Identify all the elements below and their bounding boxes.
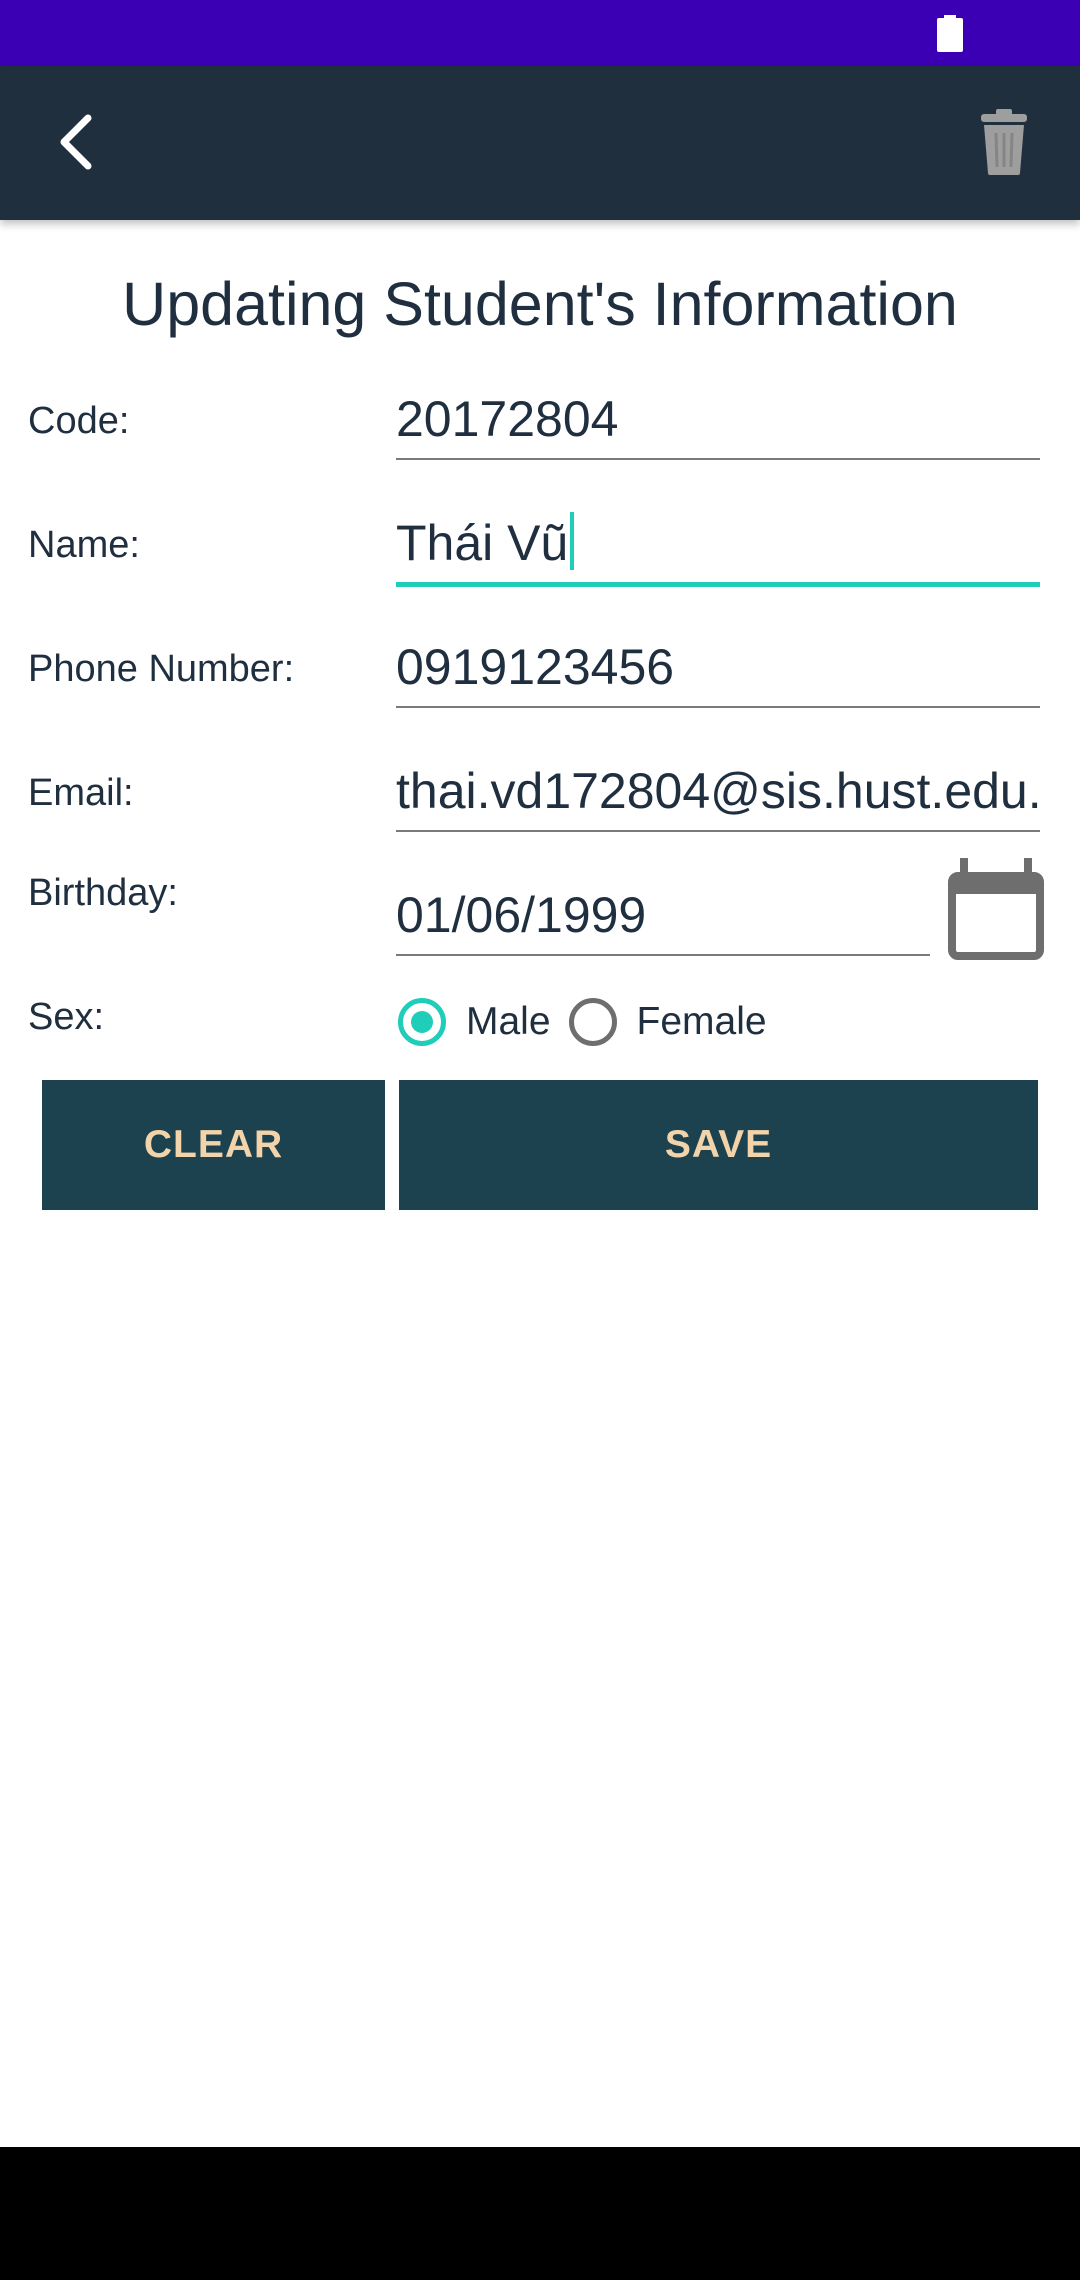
calendar-button[interactable]	[948, 856, 1044, 960]
radio-checked-icon	[398, 998, 446, 1046]
phone-field[interactable]: 0919123456	[396, 632, 1040, 708]
sex-option-label: Female	[636, 1000, 767, 1043]
code-field[interactable]: 20172804	[396, 384, 1040, 460]
birthday-value: 01/06/1999	[396, 887, 647, 943]
email-field[interactable]: thai.vd172804@sis.hust.edu.	[396, 756, 1040, 832]
text-cursor	[570, 512, 575, 570]
name-text: Thái Vũ	[396, 515, 569, 571]
name-label: Name:	[28, 524, 140, 566]
sex-label: Sex:	[28, 996, 105, 1038]
phone-value: 0919123456	[396, 639, 675, 695]
back-button[interactable]	[40, 106, 112, 178]
sex-option-female[interactable]: Female	[568, 998, 767, 1046]
phone-label: Phone Number:	[28, 648, 295, 690]
birthday-label: Birthday:	[28, 872, 178, 914]
status-bar	[0, 0, 1080, 66]
calendar-icon	[948, 858, 1044, 960]
page-title: Updating Student's Information	[122, 270, 958, 338]
name-field[interactable]: Thái Vũ	[396, 508, 1040, 587]
system-navigation-bar	[0, 2147, 1080, 2280]
email-value: thai.vd172804@sis.hust.edu.	[396, 763, 1040, 819]
radio-unchecked-icon	[568, 998, 617, 1046]
app-toolbar	[0, 66, 1080, 220]
sex-option-male[interactable]: Male	[398, 998, 551, 1046]
delete-button[interactable]	[964, 102, 1044, 182]
chevron-left-icon	[60, 114, 92, 170]
save-button[interactable]: SAVE	[399, 1080, 1038, 1210]
name-value: Thái Vũ	[396, 512, 1040, 572]
code-label: Code:	[28, 400, 130, 442]
sex-option-label: Male	[466, 1000, 551, 1043]
trash-icon	[981, 109, 1027, 175]
birthday-field[interactable]: 01/06/1999	[396, 880, 930, 956]
battery-icon	[937, 15, 963, 52]
email-label: Email:	[28, 772, 134, 814]
sex-radio-group: Male Female	[398, 992, 785, 1052]
code-value: 20172804	[396, 391, 619, 447]
clear-button[interactable]: CLEAR	[42, 1080, 385, 1210]
